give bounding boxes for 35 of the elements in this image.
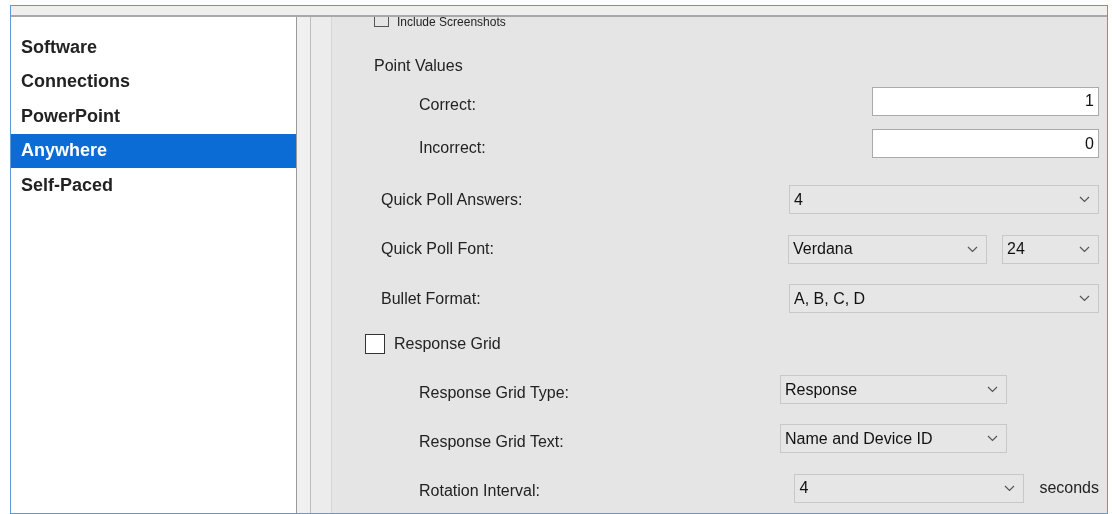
dropdown[interactable]: Verdana [788,234,987,264]
field-label: Incorrect: [418,137,486,158]
dropdown[interactable]: A, B, C, D [789,284,1099,314]
chevron-down-icon [987,435,998,443]
dropdown[interactable]: Name and Device ID [780,424,1007,454]
chevron-down-icon [1079,295,1090,303]
sidebar-item[interactable]: Connections [11,64,296,99]
field-label: Quick Poll Answers: [380,189,523,210]
chevron-down-icon [1004,484,1016,492]
unit-label: seconds [1039,478,1099,499]
sidebar-item[interactable]: Self-Paced [11,168,296,203]
checkbox-label: Response Grid [394,334,501,355]
field-label: Quick Poll Font: [380,239,494,260]
sidebar-item[interactable]: Anywhere [11,133,296,168]
dropdown[interactable]: Response [780,375,1007,404]
field-label: Correct: [418,95,476,116]
section-heading: Point Values [374,56,463,77]
sidebar-item[interactable]: PowerPoint [11,99,296,134]
chevron-down-icon [987,386,998,393]
chevron-down-icon [967,245,978,253]
dropdown[interactable]: 24 [1002,234,1099,264]
dropdown[interactable]: 4 [794,473,1025,503]
field-label: Rotation Interval: [418,481,540,502]
checkbox[interactable] [365,334,385,355]
field-label: Response Grid Text: [418,431,564,452]
chevron-down-icon [1079,245,1090,253]
number-field[interactable]: 0 [872,129,1099,159]
dropdown[interactable]: 4 [789,185,1099,215]
field-label: Response Grid Type: [418,382,569,403]
chevron-down-icon [1079,196,1090,204]
field-label: Bullet Format: [380,288,481,309]
number-field[interactable]: 1 [872,86,1099,116]
sidebar-item[interactable]: Software [11,30,296,65]
checkbox[interactable] [374,16,389,27]
checkbox-label: Include Screenshots [397,15,506,28]
